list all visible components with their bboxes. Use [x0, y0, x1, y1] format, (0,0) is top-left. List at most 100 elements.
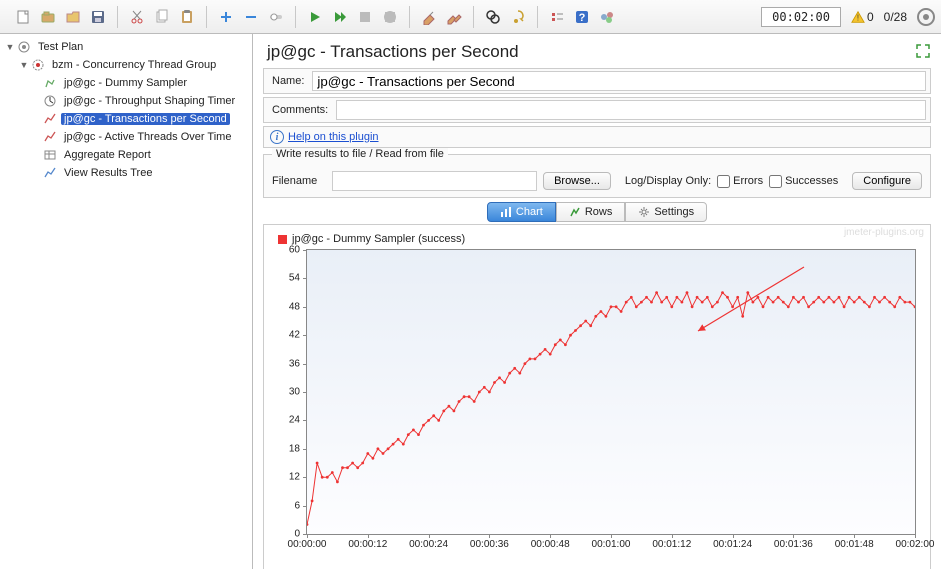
y-tick-label: 36 [264, 358, 306, 369]
global-stop-button[interactable] [917, 8, 935, 26]
tree-thread-group[interactable]: ▼ bzm - Concurrency Thread Group [2, 56, 250, 74]
main-toolbar: ? 00:02:00 ! 0 0/28 [0, 0, 941, 34]
name-input[interactable] [312, 71, 926, 91]
elapsed-timer: 00:02:00 [761, 7, 841, 27]
expand-button[interactable] [215, 6, 237, 28]
y-tick-label: 54 [264, 273, 306, 284]
save-button[interactable] [87, 6, 109, 28]
y-tick-label: 18 [264, 443, 306, 454]
x-tick-label: 00:01:00 [592, 539, 631, 550]
help-button[interactable]: ? [571, 6, 593, 28]
open-button[interactable] [62, 6, 84, 28]
tree-item[interactable]: jp@gc - Throughput Shaping Timer [2, 92, 250, 110]
comments-input[interactable] [336, 100, 926, 120]
search-button[interactable] [482, 6, 504, 28]
tree-item-icon [42, 111, 58, 127]
start-button[interactable] [304, 6, 326, 28]
paste-button[interactable] [176, 6, 198, 28]
tree-item[interactable]: jp@gc - Dummy Sampler [2, 74, 250, 92]
tree-root[interactable]: ▼ Test Plan [2, 38, 250, 56]
watermark-text: jmeter-plugins.org [844, 227, 924, 238]
tree-item-icon [42, 93, 58, 109]
x-tick-label: 00:01:36 [774, 539, 813, 550]
tree-item-icon [42, 75, 58, 91]
tree-item-label: jp@gc - Active Threads Over Time [61, 131, 234, 143]
tree-item-icon [42, 165, 58, 181]
help-link[interactable]: Help on this plugin [288, 131, 379, 143]
chart-legend: jp@gc - Dummy Sampler (success) [278, 233, 465, 245]
name-label: Name: [264, 71, 312, 91]
detail-panel: jp@gc - Transactions per Second Name: Co… [253, 34, 941, 569]
y-tick-label: 42 [264, 330, 306, 341]
x-tick-label: 00:00:48 [531, 539, 570, 550]
y-tick-label: 6 [264, 500, 306, 511]
legend-swatch [278, 235, 287, 244]
x-tick-label: 00:00:24 [409, 539, 448, 550]
x-tick-label: 00:01:12 [652, 539, 691, 550]
tree-item[interactable]: jp@gc - Active Threads Over Time [2, 128, 250, 146]
chart-container: jmeter-plugins.org jp@gc - Dummy Sampler… [263, 224, 931, 569]
tree-item-label: jp@gc - Throughput Shaping Timer [61, 95, 238, 107]
svg-text:!: ! [857, 13, 859, 22]
chart-line [307, 250, 915, 534]
y-tick-label: 24 [264, 415, 306, 426]
cut-button[interactable] [126, 6, 148, 28]
comments-label: Comments: [264, 100, 336, 120]
x-tick-label: 00:02:00 [896, 539, 935, 550]
tab-chart[interactable]: Chart [487, 202, 556, 222]
x-tick-label: 00:01:48 [835, 539, 874, 550]
shutdown-button[interactable] [379, 6, 401, 28]
tree-item-icon [42, 147, 58, 163]
y-tick-label: 30 [264, 387, 306, 398]
thread-counter: 0/28 [884, 10, 907, 24]
warning-counter[interactable]: ! 0 [851, 10, 874, 24]
y-tick-label: 60 [264, 245, 306, 256]
tab-rows[interactable]: Rows [556, 202, 626, 222]
panel-title: jp@gc - Transactions per Second [267, 42, 519, 62]
expand-panel-icon[interactable] [915, 43, 931, 62]
successes-checkbox[interactable]: Successes [769, 175, 838, 188]
start-no-pause-button[interactable] [329, 6, 351, 28]
tree-item-label: Aggregate Report [61, 149, 154, 161]
tree-item-icon [42, 129, 58, 145]
filename-label: Filename [272, 175, 326, 187]
test-plan-tree[interactable]: ▼ Test Plan ▼ bzm - Concurrency Thread G… [0, 34, 253, 569]
view-tabs: Chart Rows Settings [263, 202, 931, 222]
plugins-button[interactable] [596, 6, 618, 28]
info-icon: i [270, 130, 284, 144]
reset-search-button[interactable] [507, 6, 529, 28]
new-button[interactable] [12, 6, 34, 28]
y-tick-label: 12 [264, 472, 306, 483]
tree-item-label: jp@gc - Transactions per Second [61, 113, 230, 125]
x-tick-label: 00:00:12 [348, 539, 387, 550]
configure-button[interactable]: Configure [852, 172, 922, 190]
x-tick-label: 00:01:24 [713, 539, 752, 550]
plot-area [306, 249, 916, 535]
clear-all-button[interactable] [443, 6, 465, 28]
tab-settings[interactable]: Settings [625, 202, 707, 222]
errors-checkbox[interactable]: Errors [717, 175, 763, 188]
tree-item[interactable]: View Results Tree [2, 164, 250, 182]
y-tick-label: 0 [264, 529, 306, 540]
copy-button[interactable] [151, 6, 173, 28]
x-tick-label: 00:00:36 [470, 539, 509, 550]
browse-button[interactable]: Browse... [543, 172, 611, 190]
tree-item-label: jp@gc - Dummy Sampler [61, 77, 190, 89]
logdisplay-label: Log/Display Only: [625, 175, 711, 187]
file-group: Write results to file / Read from file F… [263, 154, 931, 198]
legend-label: jp@gc - Dummy Sampler (success) [292, 233, 465, 245]
tree-item[interactable]: Aggregate Report [2, 146, 250, 164]
function-helper-button[interactable] [546, 6, 568, 28]
toggle-button[interactable] [265, 6, 287, 28]
stop-button[interactable] [354, 6, 376, 28]
tree-item-label: View Results Tree [61, 167, 155, 179]
templates-button[interactable] [37, 6, 59, 28]
tree-item[interactable]: jp@gc - Transactions per Second [2, 110, 250, 128]
filename-input[interactable] [332, 171, 537, 191]
file-group-label: Write results to file / Read from file [272, 148, 448, 160]
clear-button[interactable] [418, 6, 440, 28]
y-tick-label: 48 [264, 301, 306, 312]
x-tick-label: 00:00:00 [288, 539, 327, 550]
collapse-button[interactable] [240, 6, 262, 28]
svg-text:?: ? [579, 12, 586, 24]
